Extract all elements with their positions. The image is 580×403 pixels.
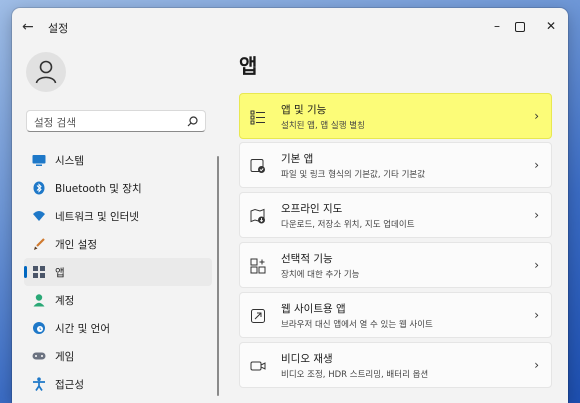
card-title: 기본 앱 — [281, 153, 314, 165]
sidebar-item-label: Bluetooth 및 장치 — [55, 183, 142, 195]
minimize-icon[interactable]: – — [490, 19, 504, 33]
sidebar-item-personalization[interactable]: 개인 설정 — [24, 230, 212, 258]
chevron-right-icon: › — [534, 109, 539, 123]
gamepad-icon — [32, 352, 46, 360]
active-indicator — [24, 266, 27, 278]
sidebar-item-label: 게임 — [55, 351, 75, 363]
sidebar-item-bluetooth[interactable]: Bluetooth 및 장치 — [24, 174, 212, 202]
card-optional-features[interactable]: 선택적 기능 장치에 대한 추가 기능 › — [239, 242, 552, 288]
close-icon[interactable]: ✕ — [544, 19, 558, 33]
card-title: 웹 사이트용 앱 — [281, 303, 346, 315]
title-bar: ← 설정 – ✕ — [12, 8, 568, 48]
card-subtitle: 브라우저 대신 앱에서 열 수 있는 웹 사이트 — [281, 320, 433, 330]
offline-maps-icon — [250, 208, 265, 224]
avatar[interactable] — [26, 52, 66, 92]
search-icon[interactable] — [187, 116, 198, 127]
search-placeholder: 설정 검색 — [34, 117, 76, 129]
sidebar-scrollbar[interactable] — [217, 156, 219, 396]
wifi-icon — [33, 211, 45, 221]
card-subtitle: 설치된 앱, 앱 실행 별칭 — [281, 121, 365, 131]
apps-for-websites-icon — [251, 309, 265, 323]
sidebar-item-label: 시스템 — [55, 155, 84, 167]
sidebar-nav: 시스템 Bluetooth 및 장치 네트워크 및 인터넷 개인 설정 앱 계정… — [24, 146, 212, 398]
sidebar-item-system[interactable]: 시스템 — [24, 146, 212, 174]
chevron-right-icon: › — [534, 258, 539, 272]
back-arrow-icon[interactable]: ← — [22, 19, 34, 35]
account-icon — [33, 294, 45, 307]
window-title: 설정 — [48, 22, 69, 35]
sidebar-item-label: 네트워크 및 인터넷 — [55, 211, 139, 223]
card-title: 오프라인 지도 — [281, 203, 343, 215]
card-subtitle: 비디오 조정, HDR 스트리밍, 배터리 옵션 — [281, 370, 429, 380]
card-default-apps[interactable]: 기본 앱 파일 및 링크 형식의 기본값, 기타 기본값 › — [239, 142, 552, 188]
sidebar-item-label: 개인 설정 — [55, 239, 97, 251]
sidebar-item-time-language[interactable]: 시간 및 언어 — [24, 314, 212, 342]
card-apps-for-websites[interactable]: 웹 사이트용 앱 브라우저 대신 앱에서 열 수 있는 웹 사이트 › — [239, 292, 552, 338]
card-title: 선택적 기능 — [281, 253, 333, 265]
card-subtitle: 장치에 대한 추가 기능 — [281, 270, 360, 280]
sidebar-item-label: 앱 — [55, 267, 65, 279]
settings-window: ← 설정 – ✕ 설정 검색 시스템 Bluetooth 및 장치 네트워크 및… — [12, 8, 568, 403]
globe-clock-icon — [33, 322, 45, 334]
card-subtitle: 다운로드, 저장소 위치, 지도 업데이트 — [281, 220, 415, 230]
sidebar-item-accounts[interactable]: 계정 — [24, 286, 212, 314]
chevron-right-icon: › — [534, 158, 539, 172]
card-title: 비디오 재생 — [281, 353, 333, 365]
accessibility-icon — [33, 377, 45, 391]
brush-icon — [34, 238, 45, 250]
chevron-right-icon: › — [534, 308, 539, 322]
page-title: 앱 — [239, 54, 258, 78]
search-input[interactable]: 설정 검색 — [26, 110, 206, 132]
maximize-icon[interactable] — [515, 22, 525, 32]
optional-features-icon — [250, 258, 266, 274]
sidebar-item-gaming[interactable]: 게임 — [24, 342, 212, 370]
video-playback-icon — [250, 361, 266, 371]
card-video-playback[interactable]: 비디오 재생 비디오 조정, HDR 스트리밍, 배터리 옵션 › — [239, 342, 552, 388]
apps-icon — [33, 266, 45, 278]
sidebar-item-apps[interactable]: 앱 — [24, 258, 212, 286]
sidebar-item-label: 시간 및 언어 — [55, 323, 110, 335]
sidebar-item-accessibility[interactable]: 접근성 — [24, 370, 212, 398]
card-subtitle: 파일 및 링크 형식의 기본값, 기타 기본값 — [281, 170, 426, 180]
bluetooth-icon — [33, 181, 45, 195]
monitor-icon — [32, 155, 46, 166]
chevron-right-icon: › — [534, 358, 539, 372]
user-icon — [35, 60, 57, 84]
card-apps-features[interactable]: 앱 및 기능 설치된 앱, 앱 실행 별칭 › — [239, 93, 552, 139]
card-offline-maps[interactable]: 오프라인 지도 다운로드, 저장소 위치, 지도 업데이트 › — [239, 192, 552, 238]
apps-features-icon — [250, 110, 265, 125]
default-apps-icon — [250, 159, 265, 173]
sidebar-item-label: 접근성 — [55, 379, 84, 391]
card-title: 앱 및 기능 — [281, 104, 327, 116]
chevron-right-icon: › — [534, 208, 539, 222]
sidebar-item-label: 계정 — [55, 295, 75, 307]
sidebar-item-network[interactable]: 네트워크 및 인터넷 — [24, 202, 212, 230]
